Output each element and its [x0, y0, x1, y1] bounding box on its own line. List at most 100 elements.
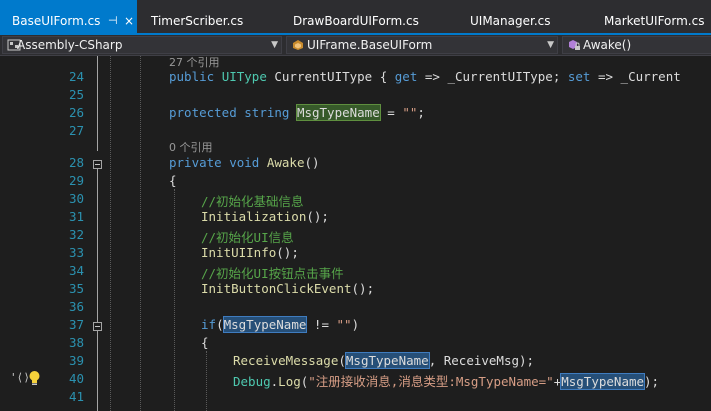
line-number: 27: [68, 123, 84, 138]
chevron-down-icon: ▼: [547, 40, 554, 50]
code-action-icon[interactable]: '⟨⟩: [10, 371, 30, 384]
code-text: => _CurrentUIType;: [417, 69, 568, 84]
code-line-28[interactable]: private void Awake(): [169, 155, 320, 170]
code-line-29[interactable]: {: [169, 173, 177, 188]
tab-label: UIManager.cs: [470, 14, 551, 28]
collapse-icon[interactable]: [93, 160, 102, 169]
line-number: 26: [68, 105, 84, 120]
string-literal: "": [336, 317, 352, 332]
keyword: private: [169, 155, 222, 170]
highlighted-reference: MsgTypeName: [560, 373, 646, 390]
code-line-38[interactable]: {: [201, 335, 209, 350]
code-text: CurrentUIType {: [266, 69, 395, 84]
line-number: 25: [68, 87, 84, 102]
code-line-24[interactable]: public UIType CurrentUIType { get => _Cu…: [169, 69, 681, 84]
string-literal: "": [402, 105, 418, 120]
method-lock-icon: [569, 40, 580, 50]
outline-line: [97, 56, 98, 151]
class-dropdown[interactable]: UIFrame.BaseUIForm ▼: [286, 36, 558, 54]
code-line-30[interactable]: //初始化基础信息: [201, 191, 304, 210]
code-line-39[interactable]: ReceiveMessage(MsgTypeName, ReceiveMsg);: [233, 352, 535, 369]
code-text: (: [338, 353, 346, 368]
line-number: 24: [68, 69, 84, 84]
method-name: InitButtonClickEvent: [201, 281, 352, 296]
line-number: 34: [68, 263, 84, 278]
keyword: string: [244, 105, 290, 120]
line-number: 30: [68, 191, 84, 206]
project-dropdown[interactable]: Assembly-CSharp ▼: [2, 36, 282, 54]
code-editor[interactable]: 27 个引用 0 个引用 24 25 26 27 28 29 30 31 32 …: [0, 56, 711, 411]
code-text: !=: [306, 317, 337, 332]
line-number: 37: [68, 317, 84, 332]
keyword: get: [394, 69, 418, 84]
code-text: ();: [351, 281, 375, 296]
code-line-32[interactable]: //初始化UI信息: [201, 227, 294, 246]
code-text: (): [304, 155, 320, 170]
type-name: UIType: [221, 69, 267, 84]
tab-marketuiform[interactable]: MarketUIForm.cs: [604, 0, 704, 34]
member-dropdown[interactable]: Awake(): [562, 36, 711, 54]
code-text: );: [644, 374, 660, 389]
method-name: ReceiveMessage: [233, 353, 339, 368]
code-line-37[interactable]: if(MsgTypeName != ""): [201, 316, 360, 333]
reference-count-codelens[interactable]: 27 个引用: [169, 54, 220, 70]
code-line-31[interactable]: Initialization();: [201, 209, 329, 224]
code-text: ;: [417, 105, 425, 120]
tab-drawboarduiform[interactable]: DrawBoardUIForm.cs: [293, 0, 419, 34]
code-line-33[interactable]: InitUIInfo();: [201, 245, 299, 260]
line-number: 38: [68, 335, 84, 350]
line-number: 35: [68, 281, 84, 296]
method-name: Awake: [266, 155, 305, 170]
code-text: =: [379, 105, 403, 120]
reference-count-codelens[interactable]: 0 个引用: [169, 139, 213, 155]
navigation-bar: Assembly-CSharp ▼ UIFrame.BaseUIForm ▼ A…: [0, 35, 711, 56]
code-text: ();: [276, 245, 299, 260]
line-number: 39: [68, 353, 84, 368]
keyword: public: [169, 69, 215, 84]
tab-timerscriber[interactable]: TimerScriber.cs: [151, 0, 243, 34]
line-number: 28: [68, 155, 84, 170]
keyword: if: [201, 317, 217, 332]
indent-guide: [206, 351, 207, 411]
highlighted-field: MsgTypeName: [295, 104, 381, 121]
lightbulb-icon[interactable]: [28, 370, 41, 386]
outline-line: [97, 169, 98, 323]
document-tab-strip: BaseUIForm.cs ⊣ × TimerScriber.cs DrawBo…: [0, 0, 711, 35]
comment: //初始化基础信息: [201, 194, 304, 209]
tab-baseuiform[interactable]: BaseUIForm.cs ⊣ ×: [0, 0, 137, 34]
class-name: UIFrame.BaseUIForm: [307, 38, 433, 52]
code-line-34[interactable]: //初始化UI按钮点击事件: [201, 263, 344, 282]
highlighted-reference: MsgTypeName: [222, 316, 308, 333]
code-text: {: [201, 335, 209, 350]
comment: //初始化UI信息: [201, 230, 294, 245]
code-text: {: [169, 173, 177, 188]
string-literal: "注册接收消息,消息类型:MsgTypeName=": [308, 374, 554, 389]
keyword: protected: [169, 105, 237, 120]
method-name: Initialization: [201, 209, 307, 224]
method-name: InitUIInfo: [201, 245, 277, 260]
type-name: Debug: [233, 374, 271, 389]
keyword: void: [229, 155, 260, 170]
code-text: ): [351, 317, 360, 332]
code-text: ();: [306, 209, 329, 224]
code-line-26[interactable]: protected string MsgTypeName = "";: [169, 104, 425, 121]
code-line-40[interactable]: Debug.Log("注册接收消息,消息类型:MsgTypeName="+Msg…: [233, 371, 659, 390]
code-text: (: [216, 317, 224, 332]
indent-guide: [110, 56, 111, 411]
indent-guide: [140, 56, 141, 411]
member-name: Awake(): [583, 38, 632, 52]
keyword: set: [567, 69, 591, 84]
tab-uimanager[interactable]: UIManager.cs: [470, 0, 550, 34]
tab-label: TimerScriber.cs: [151, 14, 244, 28]
highlighted-reference: MsgTypeName: [344, 352, 430, 369]
code-text: , ReceiveMsg);: [428, 353, 535, 368]
code-line-35[interactable]: InitButtonClickEvent();: [201, 281, 374, 296]
line-number: 29: [68, 173, 84, 188]
code-text: => _Current: [590, 69, 681, 84]
collapse-icon[interactable]: [93, 322, 102, 331]
chevron-down-icon: ▼: [271, 40, 278, 50]
method-name: Log: [278, 374, 301, 389]
tab-label: MarketUIForm.cs: [604, 14, 705, 28]
line-number: 40: [68, 371, 84, 386]
line-number: 31: [68, 209, 84, 224]
